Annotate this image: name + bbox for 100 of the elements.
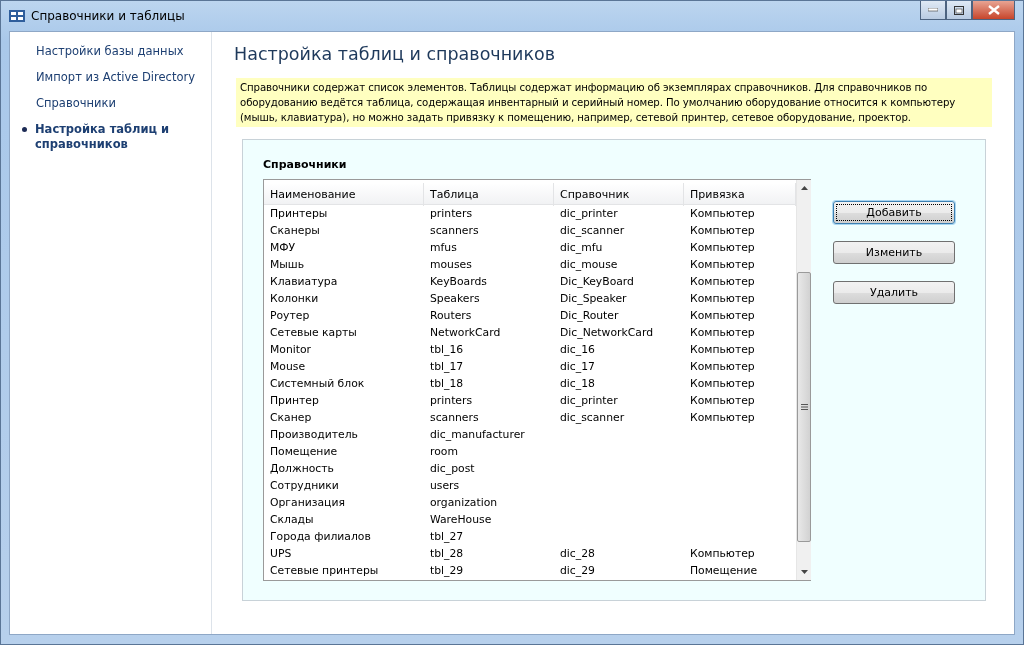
table-cell-text: Компьютер [689,257,756,273]
table-cell-text: dic_18 [559,376,596,392]
table-cell-text: Помещение [689,563,759,579]
table-cell-text: Системный блок [269,376,366,392]
table-cell-text: Компьютер [689,223,756,239]
table-cell-text: Принтер [269,393,320,409]
page-title: Настройка таблиц и справочников [234,44,557,64]
table-cell-text: Dic_KeyBoard [559,274,635,290]
table-cell-text: Monitor [269,342,313,358]
sidebar-item[interactable]: Настройка таблиц и справочников [22,122,211,152]
close-icon [987,5,1000,15]
table-cell-text: Мышь [269,257,306,273]
sidebar-item[interactable]: Справочники [22,96,211,111]
info-note: Справочники содержат список элементов. Таблицы содержат информацию об экземплярах справочников. Для справочников по оборудованию ведётся таблица, содержащая инвентарный и серийный номер. По умолчанию оборудование относится к компьютеру (мышь, клавиатура), но можно задать привязку к помещению, например, сетевой принтер, сетевое оборудование, проектор. [236,78,992,127]
table-cell-text: dic_16 [559,342,596,358]
table-cell-text: Компьютер [689,308,756,324]
table-cell-text: Mouse [269,359,307,375]
table-cell-text: mouses [429,257,473,273]
table-cell-text: МФУ [269,240,297,256]
maximize-icon [954,5,964,15]
table-cell-text: Сетевые принтеры [269,563,380,579]
table-cell-text: tbl_27 [429,529,465,545]
table-cell-text: mfus [429,240,458,256]
sidebar-item[interactable]: Настройки базы данных [22,44,211,59]
action-button[interactable]: Изменить [833,241,955,264]
table-cell-text: KeyBoards [429,274,488,290]
minimize-icon [928,8,938,12]
table-cell-text: dic_printer [559,206,619,222]
table-cell-text: Dic_Router [559,308,620,324]
scroll-thumb[interactable] [797,272,811,542]
table-cell-text: room [429,444,459,460]
action-button[interactable]: Удалить [833,281,955,304]
table-cell-text: Принтеры [269,206,329,222]
table-cell-text: Компьютер [689,376,756,392]
table-cell-text: organization [429,495,499,511]
table-cell-text: NetworkCard [429,325,502,341]
table-cell-text: tbl_17 [429,359,465,375]
grip-icon [800,404,808,410]
table-cell-text: Speakers [429,291,481,307]
table-cell-text: dic_scanner [559,410,626,426]
table-cell-text: UPS [269,546,293,562]
close-button[interactable] [972,1,1015,20]
table-cell-text: tbl_18 [429,376,465,392]
table-cell-text: Routers [429,308,473,324]
scrollbar[interactable] [796,180,811,580]
table-cell-text: dic_mfu [559,240,604,256]
table-cell-text: Склады [269,512,315,528]
table-cell-text: Dic_Speaker [559,291,628,307]
table-cell-text: dic_manufacturer [429,427,526,443]
table-cell-text: Производитель [269,427,359,443]
table-cell-text: WareHouse [429,512,493,528]
table-cell-text: dic_post [429,461,476,477]
table-cell-text: Компьютер [689,274,756,290]
table-cell-text: Компьютер [689,342,756,358]
table-cell-text: Компьютер [689,240,756,256]
table-cell-text: Сканер [269,410,313,426]
table-cell-text: tbl_28 [429,546,465,562]
table-cell-text: dic_29 [559,563,596,579]
table-cell-text: Сетевые карты [269,325,358,341]
scroll-up-icon[interactable] [800,186,808,190]
table-cell-text: scanners [429,223,480,239]
table-cell-text: Компьютер [689,546,756,562]
maximize-button[interactable] [946,1,972,20]
table-cell-text: Компьютер [689,325,756,341]
table-cell-text: printers [429,393,474,409]
table-cell-text: Роутер [269,308,311,324]
table-cell-text: Компьютер [689,393,756,409]
app-icon [9,9,25,23]
table-cell-text: scanners [429,410,480,426]
table-cell-text: printers [429,206,474,222]
table-cell-text: Города филиалов [269,529,372,545]
table-cell-text: Должность [269,461,335,477]
scroll-down-icon[interactable] [800,570,808,574]
table-cell-text: dic_scanner [559,223,626,239]
table-cell-text: Компьютер [689,291,756,307]
action-button[interactable]: Добавить [833,201,955,224]
table-cell-text: Dic_NetworkCard [559,325,654,341]
table-cell-text: users [429,478,461,494]
table-cell-text: Помещение [269,444,339,460]
table-cell-text: Компьютер [689,206,756,222]
table-cell-text: dic_28 [559,546,596,562]
column-header[interactable]: Наименование [264,183,424,206]
column-header[interactable]: Справочник [554,183,684,206]
table-cell-text: Сотрудники [269,478,340,494]
sidebar-item[interactable]: Импорт из Active Directory [22,70,211,85]
table-cell-text: dic_printer [559,393,619,409]
group-title: Справочники [263,158,348,171]
column-header[interactable]: Таблица [424,183,554,206]
table-cell-text: Компьютер [689,359,756,375]
table-cell-text: tbl_16 [429,342,465,358]
window-title: Справочники и таблицы [31,9,185,23]
table-cell-text: dic_mouse [559,257,619,273]
table-cell-text: Сканеры [269,223,321,239]
table-cell-text: tbl_29 [429,563,465,579]
table-cell-text: Клавиатура [269,274,339,290]
table-cell-text: Организация [269,495,346,511]
table-cell-text: dic_17 [559,359,596,375]
table-cell-text: Компьютер [689,410,756,426]
table-cell-text: Колонки [269,291,320,307]
minimize-button[interactable] [920,1,946,20]
